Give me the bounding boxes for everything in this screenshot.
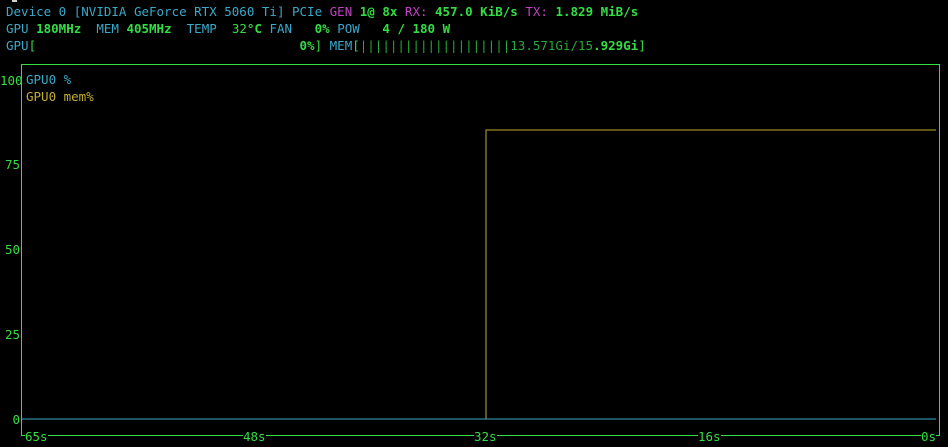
y-tick-label: 75 bbox=[4, 157, 20, 172]
y-tick-label: 0 bbox=[12, 412, 20, 427]
x-tick-label: 0s bbox=[921, 428, 937, 445]
usage-history-chart bbox=[21, 64, 940, 436]
x-tick-label: 48s bbox=[243, 428, 266, 445]
chart-frame bbox=[21, 64, 940, 436]
series-line-gpu-mem bbox=[22, 129, 936, 420]
legend-gpu-mem: GPU0 mem% bbox=[26, 89, 94, 104]
x-tick-label: 16s bbox=[698, 428, 721, 445]
x-tick-label: 32s bbox=[474, 428, 497, 445]
legend-gpu-usage: GPU0 % bbox=[26, 72, 72, 87]
x-tick-label: 65s bbox=[25, 428, 48, 445]
y-tick-label: 25 bbox=[4, 327, 20, 342]
y-tick-label: 50 bbox=[4, 242, 20, 257]
chart-series-layer bbox=[22, 129, 936, 420]
y-tick-label: 100 bbox=[0, 73, 23, 88]
